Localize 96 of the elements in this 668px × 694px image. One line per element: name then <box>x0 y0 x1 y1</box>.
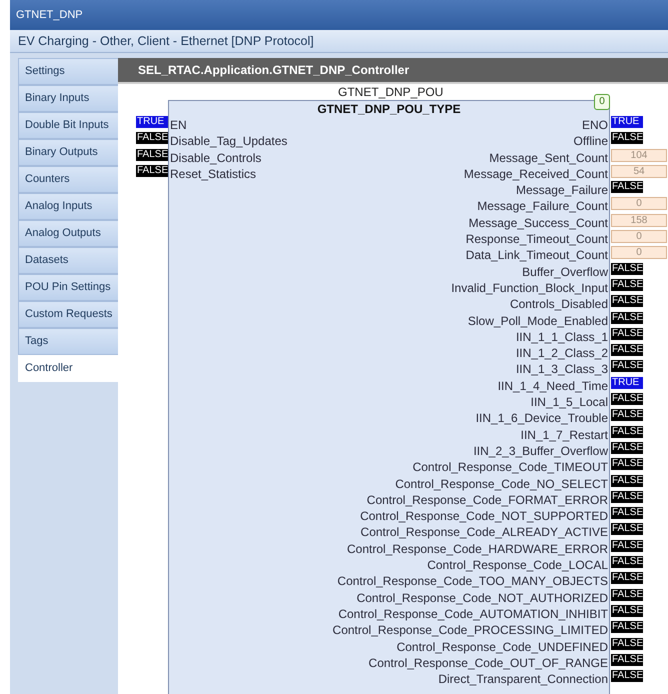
pin-value: FALSE <box>611 328 643 340</box>
pin-value: TRUE <box>611 116 643 128</box>
input-pin-label: EN <box>169 118 188 132</box>
value-field: 54 <box>611 164 667 178</box>
block-type: GTNET_DNP_POU_TYPE <box>316 101 462 117</box>
pin-value: FALSE <box>611 588 643 601</box>
output-pin-label: Message_Sent_Count <box>488 150 609 165</box>
output-pin-label: IIN_1_3_Class_3 <box>514 362 609 376</box>
sidebar-tab[interactable]: Analog Inputs <box>18 193 118 220</box>
pin-value: FALSE <box>611 654 643 666</box>
pin-value: TRUE <box>611 376 643 389</box>
output-pin-label: Control_Response_Code_NOT_SUPPORTED <box>359 509 609 524</box>
output-pin-label: Invalid_Function_Block_Input <box>450 280 609 295</box>
output-pin-label: Buffer_Overflow <box>521 264 609 279</box>
pin-value: FALSE <box>611 523 643 536</box>
pin-value: FALSE <box>611 262 643 275</box>
output-pin-label: IIN_1_6_Device_Trouble <box>474 411 609 426</box>
pin-value: FALSE <box>611 344 643 356</box>
pin-value: FALSE <box>611 474 643 487</box>
output-pin-label: Control_Response_Code_ALREADY_ACTIVE <box>360 525 609 540</box>
output-pin-label: Message_Failure <box>514 183 609 198</box>
output-pin-label: Control_Response_Code_OUT_OF_RANGE <box>368 656 609 670</box>
sidebar-tab[interactable]: Datasets <box>18 247 118 274</box>
input-pin-label: Disable_Tag_Updates <box>169 134 288 148</box>
pin-value: FALSE <box>611 393 643 406</box>
instance-name: GTNET_DNP_POU <box>338 85 444 100</box>
pin-value: FALSE <box>611 278 643 291</box>
input-pin-label: Disable_Controls <box>169 150 262 165</box>
output-pin-label: Control_Response_Code_TOO_MANY_OBJECTS <box>336 574 609 588</box>
sidebar-tab[interactable]: Binary Outputs <box>18 139 118 166</box>
panel-title: SEL_RTAC.Application.GTNET_DNP_Controller <box>118 58 668 84</box>
pin-value: FALSE <box>611 638 643 650</box>
pin-value: FALSE <box>611 132 643 144</box>
output-pin-label: Response_Timeout_Count <box>464 232 609 246</box>
pin-value: FALSE <box>611 572 643 584</box>
output-pin-label: IIN_1_2_Class_2 <box>514 346 609 360</box>
sidebar-tab[interactable]: Tags <box>18 328 118 354</box>
pin-value: FALSE <box>611 458 643 470</box>
output-pin-label: Message_Received_Count <box>462 166 609 181</box>
output-pin-label: Control_Response_Code_HARDWARE_ERROR <box>346 542 609 556</box>
value-field: 0 <box>611 246 667 260</box>
input-pin-label: Reset_Statistics <box>169 166 258 181</box>
output-pin-label: Control_Response_Code_FORMAT_ERROR <box>366 492 609 507</box>
pin-value: FALSE <box>611 621 643 634</box>
pin-value: FALSE <box>611 507 643 520</box>
subtitle-bar: EV Charging - Other, Client - Ethernet [DNP Protocol] <box>10 30 668 53</box>
output-pin-label: IIN_1_7_Restart <box>520 428 609 442</box>
window-title: GTNET_DNP <box>10 0 668 30</box>
output-pin-label: ENO <box>580 118 609 132</box>
output-pin-label: Control_Response_Code_LOCAL <box>426 558 609 572</box>
sidebar-tab[interactable]: Double Bit Inputs <box>18 112 118 138</box>
pin-value: FALSE <box>611 181 643 194</box>
output-pin-label: IIN_2_3_Buffer_Overflow <box>472 444 609 458</box>
output-pin-label: Control_Response_Code_NO_SELECT <box>394 476 609 491</box>
block-badge: 0 <box>594 94 610 110</box>
pin-value: FALSE <box>611 426 643 438</box>
pin-value: FALSE <box>611 360 643 372</box>
pin-value: FALSE <box>611 490 643 503</box>
pin-value: FALSE <box>136 132 168 144</box>
pin-value: FALSE <box>611 442 643 454</box>
pin-value: FALSE <box>611 540 643 552</box>
output-pin-label: Direct_Transparent_Connection <box>437 672 609 686</box>
sidebar-tab[interactable]: POU Pin Settings <box>18 274 118 300</box>
sidebar-tab[interactable]: Controller <box>18 355 118 382</box>
output-pin-label: Control_Response_Code_TIMEOUT <box>412 460 609 474</box>
value-field: 158 <box>611 214 667 227</box>
output-pin-label: IIN_1_5_Local <box>530 395 609 410</box>
pin-value: FALSE <box>611 409 643 422</box>
pin-value: FALSE <box>611 556 643 568</box>
sidebar-tab[interactable]: Counters <box>18 166 118 192</box>
pin-value: FALSE <box>611 670 643 682</box>
pin-value: FALSE <box>611 604 643 617</box>
sidebar-tab[interactable]: Custom Requests <box>18 301 118 328</box>
pin-value: FALSE <box>136 164 168 177</box>
output-pin-label: Offline <box>572 134 609 148</box>
output-pin-label: IIN_1_1_Class_1 <box>514 330 609 344</box>
sidebar-tab[interactable]: Binary Inputs <box>18 85 118 112</box>
sidebar-tab[interactable]: Settings <box>18 58 118 84</box>
output-pin-label: Control_Response_Code_UNDEFINED <box>396 640 609 654</box>
pin-value: FALSE <box>611 295 643 308</box>
output-pin-label: Control_Response_Code_NOT_AUTHORIZED <box>356 590 609 605</box>
pin-value: TRUE <box>136 116 168 128</box>
output-pin-label: Controls_Disabled <box>508 297 609 312</box>
output-pin-label: IIN_1_4_Need_Time <box>496 378 609 393</box>
value-field: 0 <box>611 197 667 210</box>
value-field: 0 <box>611 230 667 244</box>
pin-value: FALSE <box>136 148 168 161</box>
output-pin-label: Control_Response_Code_PROCESSING_LIMITED <box>332 623 609 638</box>
output-pin-label: Slow_Poll_Mode_Enabled <box>466 314 609 328</box>
output-pin-label: Message_Success_Count <box>468 216 609 230</box>
pin-value: FALSE <box>611 312 643 324</box>
sidebar-tab[interactable]: Analog Outputs <box>18 220 118 246</box>
value-field: 104 <box>611 148 667 162</box>
output-pin-label: Message_Failure_Count <box>476 199 609 214</box>
output-pin-label: Data_Link_Timeout_Count <box>464 248 609 262</box>
output-pin-label: Control_Response_Code_AUTOMATION_INHIBIT <box>337 606 609 621</box>
